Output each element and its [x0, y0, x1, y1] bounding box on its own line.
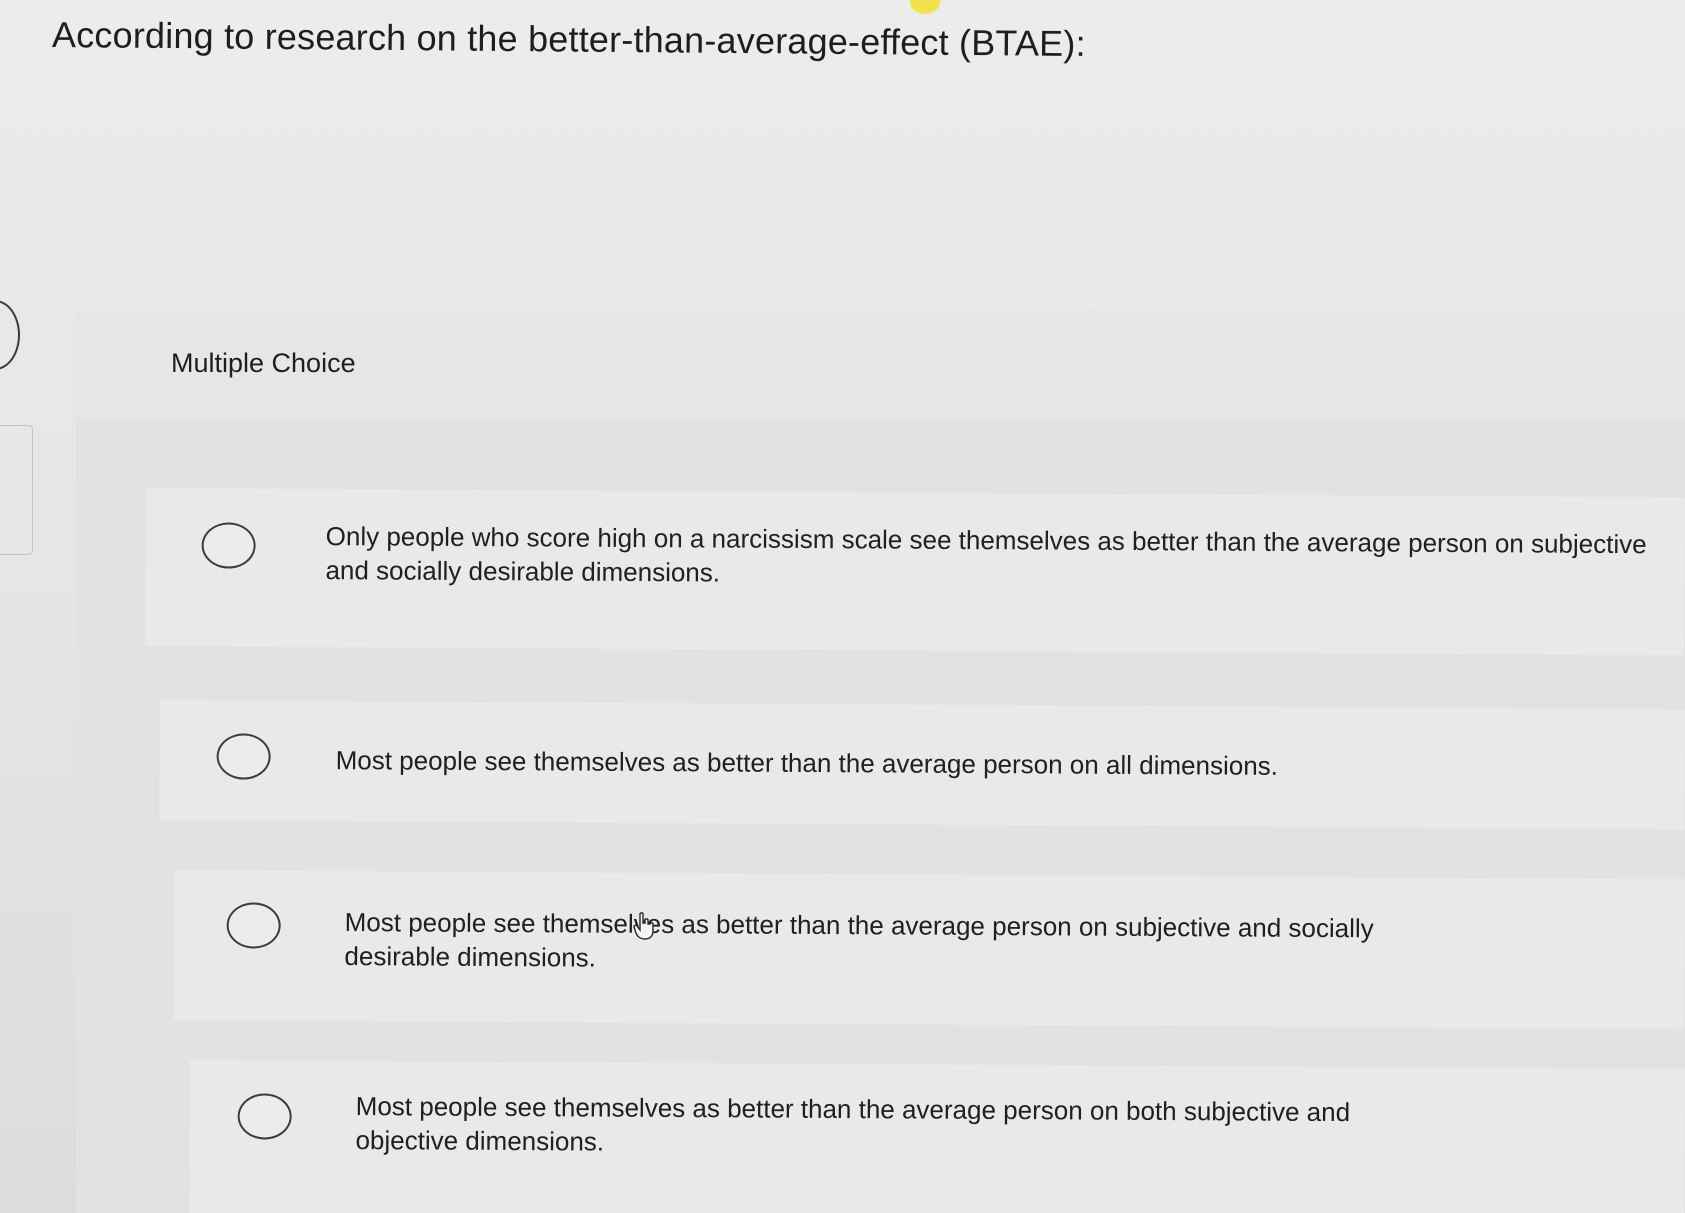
radio-circle-icon[interactable] [216, 733, 271, 780]
choice-option-3[interactable]: Most people see themselves as better tha… [174, 870, 1685, 1030]
left-edge-panel [0, 425, 33, 555]
choice-option-2-label: Most people see themselves as better tha… [335, 745, 1279, 781]
hand-pointer-icon [633, 912, 654, 940]
question-prompt: According to research on the better-than… [51, 14, 1086, 65]
question-type-label: Multiple Choice [171, 348, 356, 378]
radio-circle-icon[interactable] [226, 902, 281, 949]
panel-header: Multiple Choice [76, 310, 1685, 418]
choice-option-1[interactable]: Only people who score high on a narcissi… [145, 488, 1685, 656]
left-edge-control [0, 300, 20, 370]
choice-option-4[interactable]: Most people see themselves as better tha… [189, 1060, 1685, 1213]
choice-option-3-label: Most people see themselves as better tha… [344, 907, 1374, 973]
choice-option-1-label: Only people who score high on a narcissi… [325, 521, 1647, 588]
glare-spot [910, 0, 940, 14]
choice-option-4-label: Most people see themselves as better tha… [355, 1091, 1351, 1157]
choice-option-2[interactable]: Most people see themselves as better tha… [159, 700, 1685, 830]
radio-circle-icon[interactable] [237, 1093, 292, 1140]
radio-circle-icon[interactable] [201, 522, 256, 569]
